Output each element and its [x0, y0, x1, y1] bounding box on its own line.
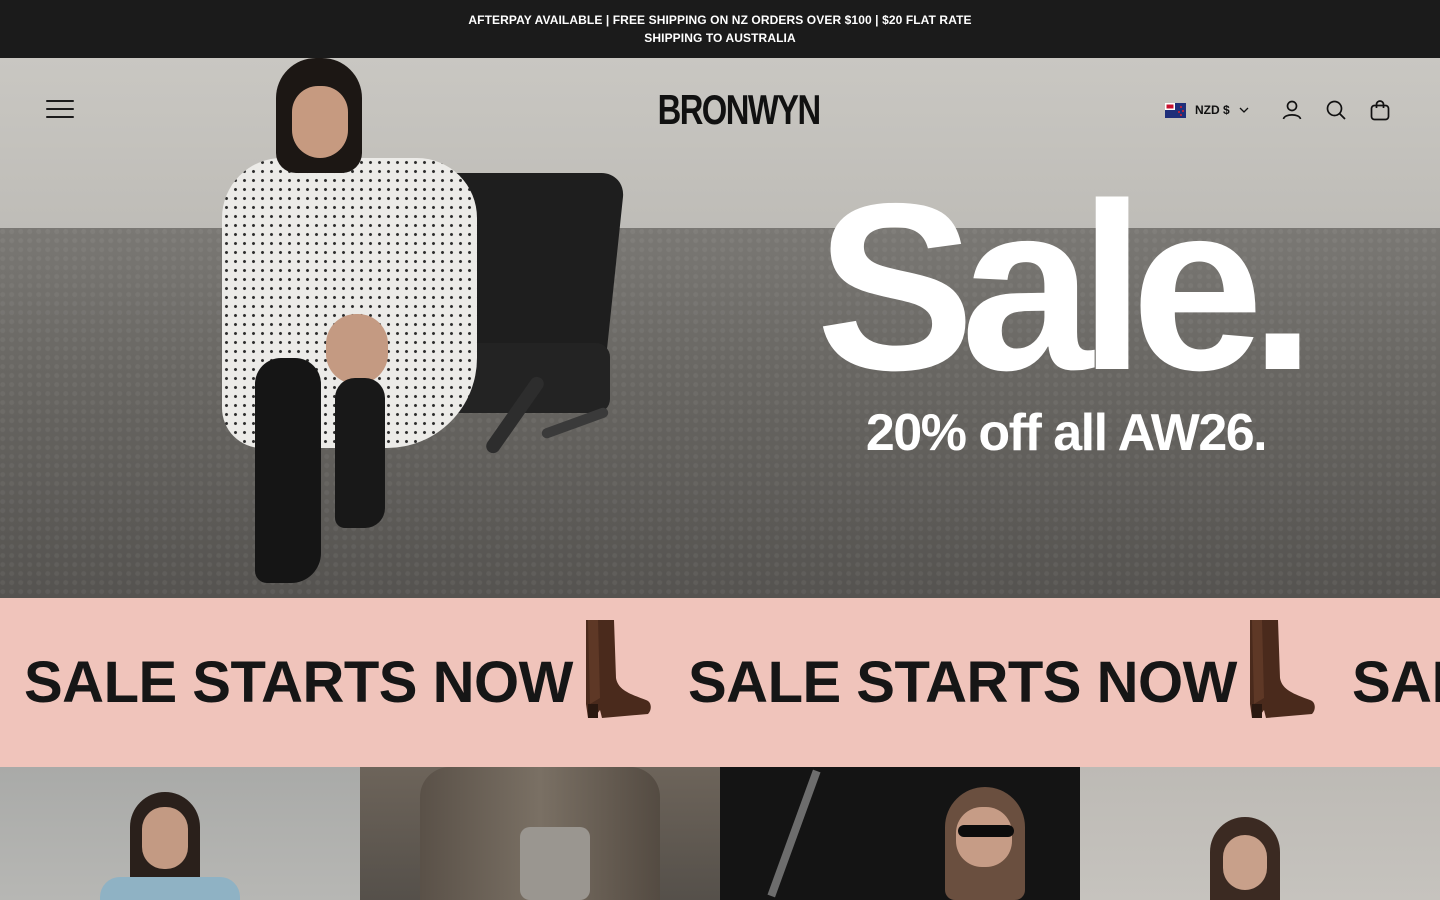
- currency-label: NZD $: [1195, 103, 1230, 117]
- announcement-bar: AFTERPAY AVAILABLE | FREE SHIPPING ON NZ…: [0, 0, 1440, 58]
- boot-icon: [586, 620, 651, 718]
- collection-tile[interactable]: [360, 767, 720, 900]
- nz-flag-icon: [1165, 102, 1186, 118]
- model-boot: [255, 358, 321, 583]
- site-logo[interactable]: BRONWYN: [658, 84, 822, 136]
- search-icon[interactable]: [1324, 98, 1348, 122]
- hero-headline: Sale.: [816, 155, 1316, 420]
- collection-tile[interactable]: [1080, 767, 1440, 900]
- collection-tile[interactable]: [0, 767, 360, 900]
- model-knee: [326, 314, 388, 384]
- account-icon[interactable]: [1280, 98, 1304, 122]
- menu-icon[interactable]: [46, 100, 74, 122]
- site-header: BRONWYN NZD $: [0, 58, 1440, 162]
- marquee-text: SALE STARTS NOW: [24, 650, 573, 715]
- model-boot: [335, 378, 385, 528]
- boot-icon: [1250, 620, 1315, 718]
- sale-marquee[interactable]: SALE STARTS NOW SALE STARTS NOW SAL: [0, 598, 1440, 767]
- marquee-text: SALE STARTS NOW: [688, 650, 1237, 715]
- hero-subheadline: 20% off all AW26.: [865, 404, 1268, 462]
- announcement-text: AFTERPAY AVAILABLE | FREE SHIPPING ON NZ…: [468, 13, 972, 45]
- currency-selector[interactable]: NZD $: [1165, 100, 1249, 120]
- cart-icon[interactable]: [1368, 98, 1392, 122]
- collection-tile[interactable]: [720, 767, 1080, 900]
- marquee-text: SAL: [1352, 650, 1440, 715]
- collection-tiles: [0, 767, 1440, 900]
- chevron-down-icon: [1239, 107, 1249, 113]
